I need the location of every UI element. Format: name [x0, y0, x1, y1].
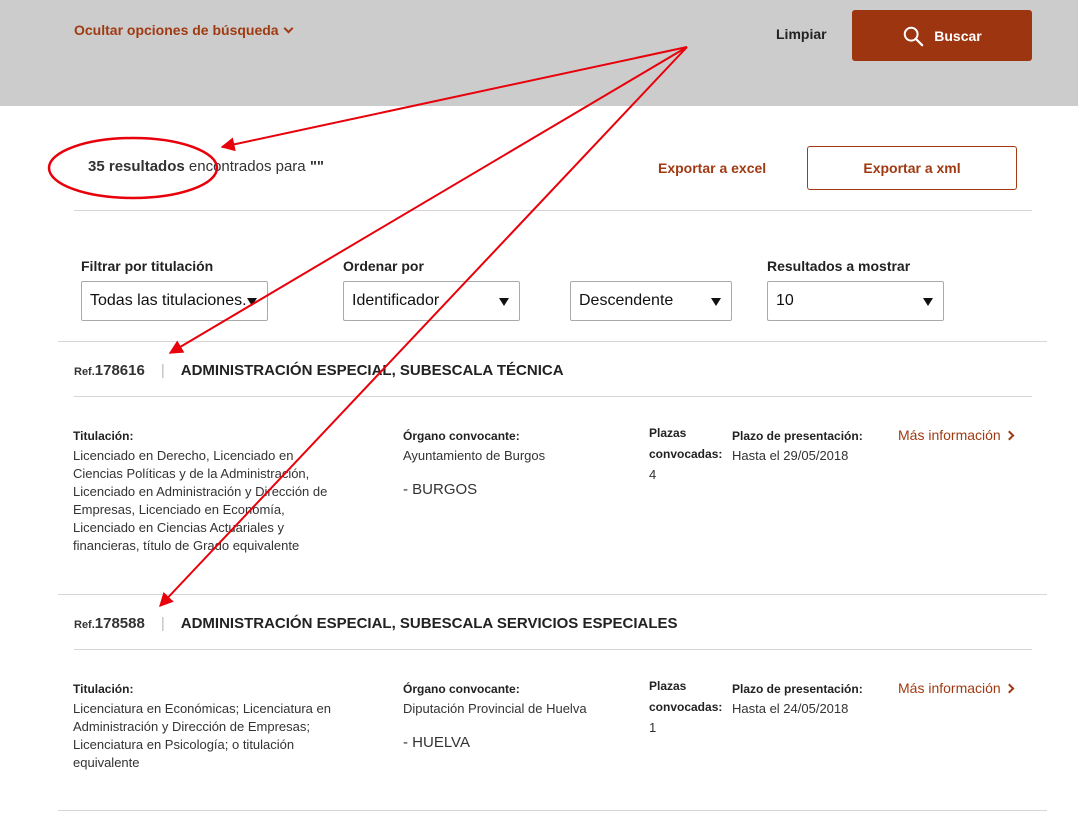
ref-number: 178616	[94, 362, 145, 379]
titulacion-line: Licenciado en Ciencias Actuariales y	[73, 520, 285, 535]
chevron-right-icon	[1004, 683, 1015, 694]
sort-direction-value: Descendente	[579, 292, 674, 309]
filter-titulacion-label: Filtrar por titulación	[81, 258, 214, 274]
divider	[58, 594, 1047, 595]
search-button[interactable]: Buscar	[852, 10, 1032, 61]
annotation-overlay	[47, 46, 688, 608]
titulacion-line: Empresas, Licenciado en Economía,	[73, 502, 285, 517]
plazo-label: Plazo de presentación:	[732, 682, 863, 696]
plazas-label-line: convocadas:	[649, 700, 723, 714]
ref-separator: |	[160, 615, 165, 632]
plazo-value: Hasta el 29/05/2018	[732, 448, 849, 463]
ref-prefix: Ref.	[74, 619, 95, 631]
export-xml-button[interactable]: Exportar a xml	[807, 146, 1017, 190]
organo-text: Ayuntamiento de Burgos	[403, 448, 546, 463]
hide-search-options-link[interactable]: Ocultar opciones de búsqueda	[74, 22, 294, 38]
dropdown-arrow-icon	[923, 298, 933, 306]
chevron-right-icon	[1004, 430, 1015, 441]
organo-label: Órgano convocante:	[403, 429, 520, 443]
provincia-text: - BURGOS	[403, 481, 478, 498]
divider	[58, 341, 1047, 342]
plazas-label-line: Plazas	[649, 426, 687, 440]
plazo-label: Plazo de presentación:	[732, 429, 863, 443]
plazas-label: Plazas convocadas:	[649, 424, 722, 463]
dropdown-arrow-icon	[711, 298, 721, 306]
result-title[interactable]: ADMINISTRACIÓN ESPECIAL, SUBESCALA TÉCNI…	[181, 362, 564, 379]
titulacion-line: Licenciado en Administración y Dirección…	[73, 484, 328, 499]
sort-by-value: Identificador	[352, 292, 440, 309]
more-info-label: Más información	[898, 680, 1001, 696]
search-button-label: Buscar	[934, 27, 982, 44]
ref-prefix: Ref.	[74, 366, 95, 378]
results-per-page-label: Resultados a mostrar	[767, 258, 911, 274]
titulacion-line: Licenciatura en Económicas; Licenciatura…	[73, 701, 331, 716]
more-info-link[interactable]: Más información	[898, 427, 1015, 443]
dropdown-arrow-icon	[499, 298, 509, 306]
titulacion-label: Titulación:	[73, 429, 134, 443]
sort-by-select[interactable]: Identificador	[343, 281, 520, 321]
plazo-value: Hasta el 24/05/2018	[732, 701, 849, 716]
results-per-page-select[interactable]: 10	[767, 281, 944, 321]
titulacion-line: Ciencias Políticas y de la Administració…	[73, 466, 310, 481]
dropdown-arrow-icon	[247, 298, 257, 306]
search-options-bar: Ocultar opciones de búsqueda Limpiar Bus…	[0, 0, 1078, 106]
organo-text: Diputación Provincial de Huelva	[403, 701, 587, 716]
sort-direction-select[interactable]: Descendente	[570, 281, 732, 321]
titulacion-label: Titulación:	[73, 682, 134, 696]
more-info-link[interactable]: Más información	[898, 680, 1015, 696]
more-info-label: Más información	[898, 427, 1001, 443]
sort-by-label: Ordenar por	[343, 258, 424, 274]
filter-titulacion-value: Todas las titulaciones.	[90, 292, 247, 309]
results-query: ""	[309, 158, 325, 175]
ref-number: 178588	[94, 615, 145, 632]
organo-label: Órgano convocante:	[403, 682, 520, 696]
titulacion-line: Licenciado en Derecho, Licenciado en	[73, 448, 294, 463]
results-suffix: encontrados para	[184, 158, 310, 175]
result-header: Ref. 178588 | ADMINISTRACIÓN ESPECIAL, SUBE…	[74, 615, 678, 632]
titulacion-text: Licenciatura en Económicas; Licenciatura…	[73, 700, 331, 772]
search-icon	[904, 26, 924, 46]
chevron-down-icon	[283, 23, 294, 34]
divider	[74, 210, 1032, 211]
export-excel-link[interactable]: Exportar a excel	[658, 160, 766, 176]
divider	[74, 649, 1032, 650]
filter-titulacion-select[interactable]: Todas las titulaciones.	[81, 281, 268, 321]
plazas-label-line: Plazas	[649, 679, 687, 693]
titulacion-line: Administración y Dirección de Empresas;	[73, 719, 310, 734]
plazas-label: Plazas convocadas:	[649, 677, 722, 716]
divider	[58, 810, 1047, 811]
ref-separator: |	[160, 362, 165, 379]
hide-search-options-label: Ocultar opciones de búsqueda	[74, 22, 279, 38]
clear-button[interactable]: Limpiar	[776, 26, 827, 42]
plazas-label-line: convocadas:	[649, 447, 723, 461]
titulacion-line: financieras, título de Grado equivalente	[73, 538, 300, 553]
titulacion-line: equivalente	[73, 755, 140, 770]
divider	[74, 396, 1032, 397]
plazas-value: 4	[649, 467, 657, 482]
results-count-text: 35 resultados encontrados para ""	[88, 158, 324, 175]
result-header: Ref. 178616 | ADMINISTRACIÓN ESPECIAL, SUBE…	[74, 362, 564, 379]
plazas-value: 1	[649, 720, 657, 735]
provincia-text: - HUELVA	[403, 734, 470, 751]
results-per-page-value: 10	[776, 292, 794, 309]
result-title[interactable]: ADMINISTRACIÓN ESPECIAL, SUBESCALA SERVI…	[181, 615, 678, 632]
titulacion-line: Licenciatura en Psicología; o titulación	[73, 737, 295, 752]
titulacion-text: Licenciado en Derecho, Licenciado en Cie…	[73, 447, 327, 555]
results-count: 35 resultados	[88, 158, 185, 175]
